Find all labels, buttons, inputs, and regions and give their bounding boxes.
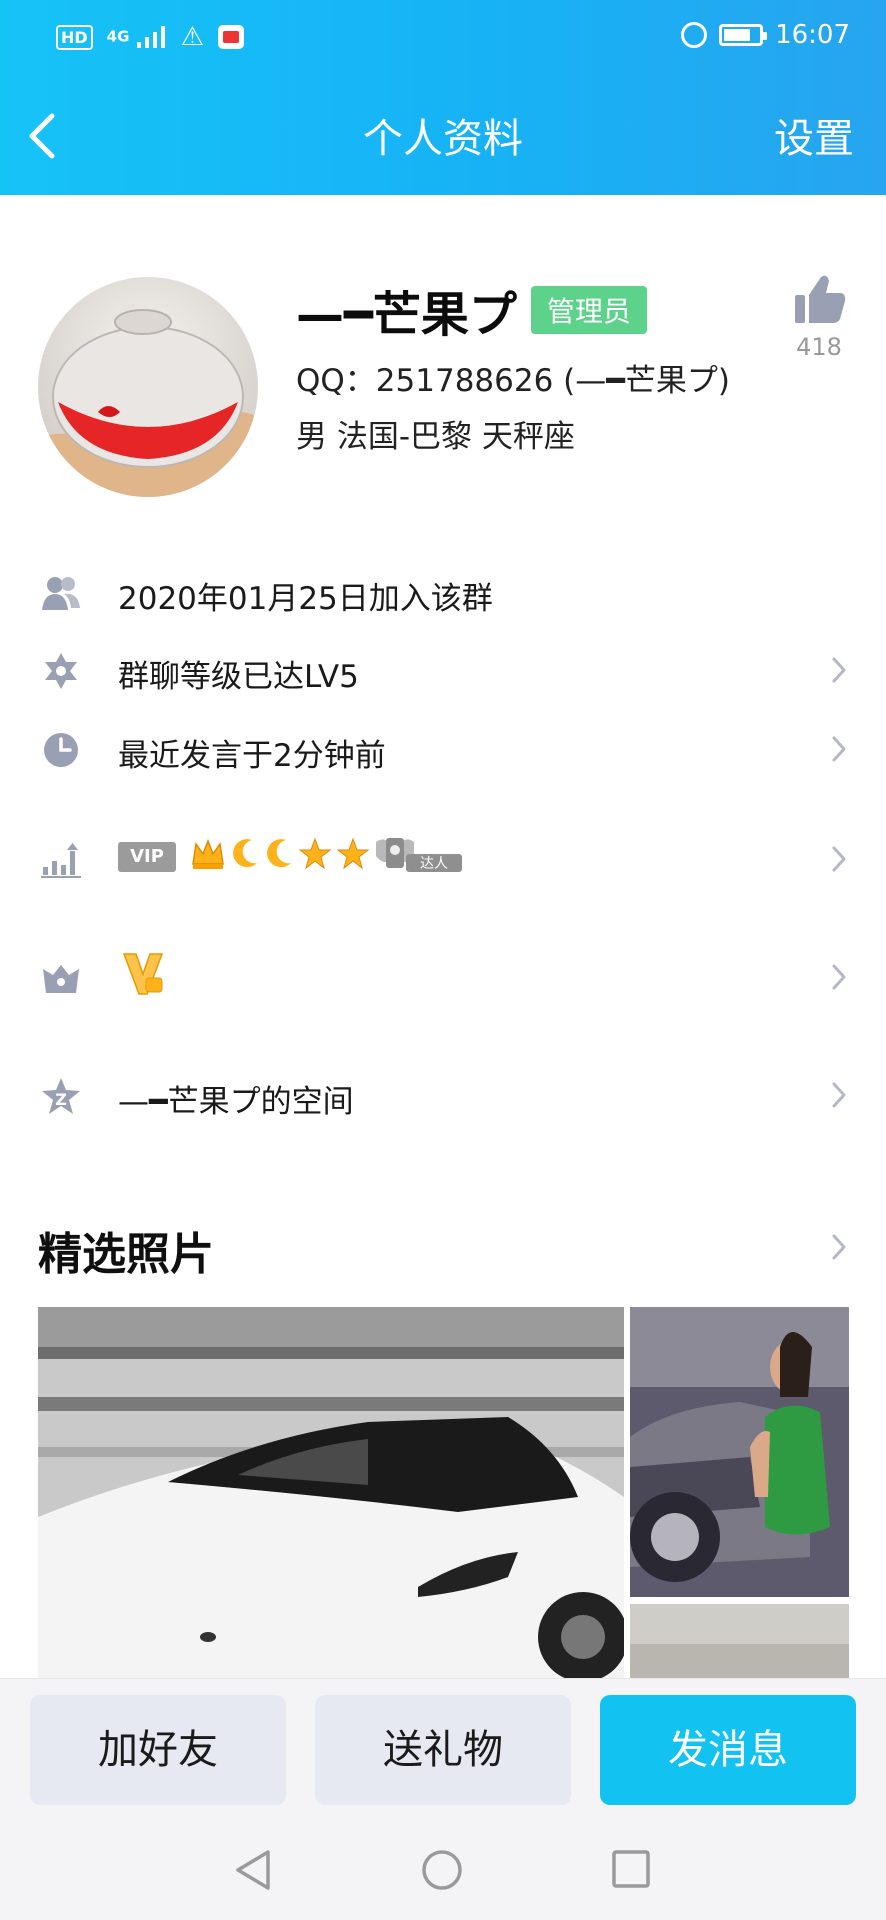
- send-message-button[interactable]: 发消息: [600, 1695, 856, 1805]
- status-bar: HD 4G ⚠ 16:07: [0, 0, 886, 72]
- moon-icon: [267, 839, 291, 868]
- settings-button[interactable]: 设置: [774, 106, 854, 164]
- admin-badge: 管理员: [530, 286, 647, 334]
- back-triangle-icon[interactable]: [232, 1848, 274, 1892]
- notification-app-icon: [217, 25, 244, 49]
- home-circle-icon[interactable]: [420, 1848, 464, 1892]
- thumbs-up-icon: [795, 275, 846, 323]
- like-count: 418: [796, 333, 842, 361]
- signal-icon: 4G: [107, 26, 167, 48]
- profile-card: —━芒果プ 管理员 QQ：251788626 (—━芒果プ) 男 法国-巴黎 天…: [0, 195, 886, 525]
- alarm-icon: [681, 22, 708, 48]
- moon-icon: [233, 839, 257, 868]
- row-gift[interactable]: [0, 942, 886, 1012]
- level-star-icon: [45, 653, 77, 689]
- featured-photos-title: 精选照片: [38, 1229, 214, 1280]
- send-gift-button[interactable]: 送礼物: [315, 1695, 571, 1805]
- level-badges: [190, 836, 370, 872]
- expert-badge: 达人: [374, 834, 466, 874]
- space-text: —━芒果プ的空间: [118, 1084, 354, 1120]
- status-right: 16:07: [681, 20, 850, 50]
- chevron-right-icon: [832, 657, 846, 683]
- hd-icon: HD: [56, 24, 93, 50]
- level-chart-icon: [41, 843, 81, 878]
- action-bar: 加好友 送礼物 发消息: [0, 1678, 886, 1818]
- qzone-star-icon: Z: [42, 1078, 80, 1114]
- name-row: —━芒果プ 管理员: [296, 275, 647, 345]
- battery-icon: [719, 24, 768, 46]
- row-group-level[interactable]: 群聊等级已达LV5: [0, 635, 886, 705]
- chevron-right-icon: [832, 736, 846, 762]
- vip-level-badge-icon: [122, 953, 164, 995]
- add-friend-button[interactable]: 加好友: [30, 1695, 286, 1805]
- warning-icon: ⚠: [180, 22, 204, 52]
- vip-badge: VIP: [118, 842, 176, 872]
- row-last-speak[interactable]: 最近发言于2分钟前: [0, 714, 886, 784]
- group-members-icon: [42, 577, 80, 610]
- nickname: —━芒果プ: [296, 287, 517, 343]
- page-title: 个人资料: [363, 116, 523, 162]
- header: HD 4G ⚠ 16:07 个人资料 设置: [0, 0, 886, 195]
- row-join-date: 2020年01月25日加入该群: [0, 557, 886, 627]
- chevron-right-icon: [832, 964, 846, 990]
- network-type: 4G: [106, 27, 130, 46]
- recent-apps-square-icon[interactable]: [610, 1848, 652, 1890]
- clock: 16:07: [775, 20, 850, 50]
- clock-icon: [44, 733, 78, 767]
- join-date-text: 2020年01月25日加入该群: [118, 581, 493, 617]
- chevron-right-icon: [832, 846, 846, 872]
- system-nav-bar: [0, 1818, 886, 1920]
- qq-number: QQ：251788626 (—━芒果プ): [296, 363, 731, 399]
- group-level-text: 群聊等级已达LV5: [118, 659, 359, 695]
- chevron-right-icon: [832, 1082, 846, 1108]
- row-space[interactable]: Z —━芒果プ的空间: [0, 1060, 886, 1130]
- nav-bar: 个人资料 设置: [0, 72, 886, 195]
- chevron-right-icon[interactable]: [828, 1230, 850, 1264]
- last-speak-text: 最近发言于2分钟前: [118, 738, 386, 774]
- avatar[interactable]: [38, 277, 258, 497]
- svg-text:Z: Z: [55, 1090, 67, 1109]
- photo-car-white[interactable]: [38, 1307, 624, 1681]
- photo-thumbnail[interactable]: [630, 1604, 849, 1681]
- like-button[interactable]: 418: [786, 271, 852, 361]
- photo-car-woman[interactable]: [630, 1307, 849, 1597]
- star-icon: [298, 837, 332, 870]
- basic-info: 男 法国-巴黎 天秤座: [296, 419, 575, 455]
- gift-box-icon: [43, 965, 79, 993]
- row-vip-level[interactable]: VIP 达人: [0, 824, 886, 894]
- star-icon: [336, 837, 370, 870]
- expert-label: 达人: [420, 856, 448, 872]
- status-left: HD 4G ⚠: [56, 22, 244, 52]
- crown-icon: [192, 838, 224, 869]
